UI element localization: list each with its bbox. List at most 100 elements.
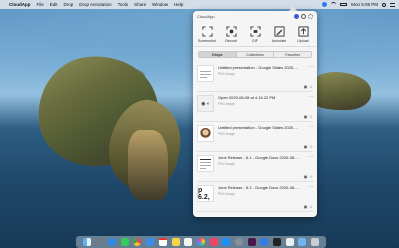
screenshot-icon [201,26,213,37]
music-icon[interactable] [209,238,218,246]
drop-thumbnail: ◉ ◐ [197,95,214,112]
record-button[interactable]: Record [219,26,243,43]
control-center-icon[interactable] [390,2,395,7]
delete-icon[interactable]: ▣ [304,85,308,89]
safari-icon[interactable] [108,238,117,246]
drop-title: Open 2020-08-08 at 4.16.22 PM [218,95,276,100]
drop-thumbnail [197,155,214,172]
delete-icon[interactable]: ▣ [304,145,308,149]
screenshot-label: Screenshot [197,39,217,43]
downloads-folder-icon[interactable] [298,238,307,246]
app-store-icon[interactable] [222,238,231,246]
record-label: Record [225,39,237,43]
drop-type: PNG Image [218,131,235,136]
profile-icon[interactable] [294,14,299,19]
star-icon[interactable]: ☆ [309,85,313,89]
battery-icon[interactable] [340,2,348,7]
menu-help[interactable]: Help [174,2,183,7]
annotate-button[interactable]: Annotate [267,26,291,43]
menu-drop-annotation[interactable]: Drop Annotation [79,2,111,7]
finder-icon[interactable] [82,238,91,246]
messages-icon[interactable] [120,238,129,246]
drop-type: PNG Image [218,161,235,166]
cliff-rock [128,130,168,200]
drop-tabs: Drops Collections Favorites [198,51,312,58]
delete-icon[interactable]: ▣ [304,205,308,209]
camera-icon: ◉ ◐ [201,100,210,107]
drop-title: June Release - 6.1 - Google Docs 2020-08… [218,155,299,160]
drop-thumbnail [197,65,214,82]
star-icon[interactable]: ☆ [309,145,313,149]
avatar [200,128,211,139]
drop-type: PNG Image [218,191,235,196]
drop-item[interactable]: p 6.2, June Release - 6.2 - Google Docs … [197,182,313,212]
drop-title: Untitled presentation - Google Slides 20… [218,125,299,130]
upload-icon [297,26,309,37]
terminal-icon[interactable] [273,238,281,246]
drop-item[interactable]: Untitled presentation - Google Slides 20… [197,62,313,92]
drop-item[interactable]: ◉ ◐ Open 2020-08-08 at 4.16.22 PM PNG Im… [197,92,313,122]
thumbnail-text: p 6.2, [198,186,210,201]
help-icon[interactable] [301,14,306,19]
drop-item[interactable]: June Release - 6.1 - Google Docs 2020-08… [197,152,313,182]
menu-edit[interactable]: Edit [50,2,58,7]
search-icon[interactable] [382,2,386,7]
upload-button[interactable]: Upload [291,26,315,43]
drops-list: Untitled presentation - Google Slides 20… [193,62,317,212]
drop-thumbnail [197,125,214,142]
photos-icon[interactable] [196,238,205,246]
annotate-label: Annotate [271,39,287,43]
app-menu[interactable]: CloudApp [9,2,31,7]
more-options-icon[interactable]: ··· [308,65,313,70]
reminders-icon[interactable] [184,238,193,246]
capture-actions: Screenshot Record GIF Annotate Upload [193,22,317,47]
more-options-icon[interactable]: ··· [308,155,313,160]
tab-favorites[interactable]: Favorites [273,52,311,57]
panel-header: CloudApp [193,11,317,22]
more-options-icon[interactable]: ··· [308,185,313,190]
wifi-icon[interactable] [331,2,337,7]
gif-button[interactable]: GIF [243,26,267,43]
cloudapp-panel: CloudApp Screenshot Record GIF Annotate … [193,11,317,217]
system-preferences-icon[interactable] [234,238,243,246]
tab-collections[interactable]: Collections [235,52,274,57]
cloudapp-dock-icon[interactable] [260,238,269,246]
gif-icon [249,26,261,37]
menu-bar: CloudApp File Edit Drop Drop Annotation … [0,0,399,9]
menu-window[interactable]: Window [152,2,168,7]
upload-label: Upload [297,39,309,43]
menu-tools[interactable]: Tools [118,2,129,7]
gear-icon[interactable] [308,14,313,19]
star-icon[interactable]: ☆ [309,175,313,179]
menubar-clock[interactable]: Mon 5:05 PM [351,2,378,7]
menu-drop[interactable]: Drop [64,2,74,7]
drop-item[interactable]: Untitled presentation - Google Slides 20… [197,122,313,152]
screenshot-button[interactable]: Screenshot [195,26,219,43]
drop-title: Untitled presentation - Google Slides 20… [218,65,298,70]
panel-title: CloudApp [197,14,215,19]
star-icon[interactable]: ☆ [309,205,313,209]
record-icon [225,26,237,37]
menu-share[interactable]: Share [134,2,146,7]
star-icon[interactable]: ☆ [309,115,313,119]
mail-icon[interactable] [146,238,155,246]
cloudapp-status-icon[interactable] [322,2,328,7]
more-options-icon[interactable]: ··· [308,95,313,100]
calendar-icon[interactable] [158,238,167,246]
menu-file[interactable]: File [37,2,44,7]
delete-icon[interactable]: ▣ [304,175,308,179]
more-options-icon[interactable]: ··· [308,125,313,130]
preview-icon[interactable] [285,238,294,246]
delete-icon[interactable]: ▣ [304,115,308,119]
gif-label: GIF [252,39,258,43]
notes-icon[interactable] [171,238,180,246]
launchpad-icon[interactable] [95,238,104,246]
chrome-icon[interactable] [133,238,142,246]
slack-icon[interactable] [247,238,256,246]
dock [76,236,326,248]
drop-type: PNG Image [218,71,235,76]
drop-title: June Release - 6.2 - Google Docs 2020-08… [218,185,299,190]
trash-icon[interactable] [311,238,320,246]
drop-type: PNG Image [218,101,235,106]
tab-drops[interactable]: Drops [199,52,236,57]
